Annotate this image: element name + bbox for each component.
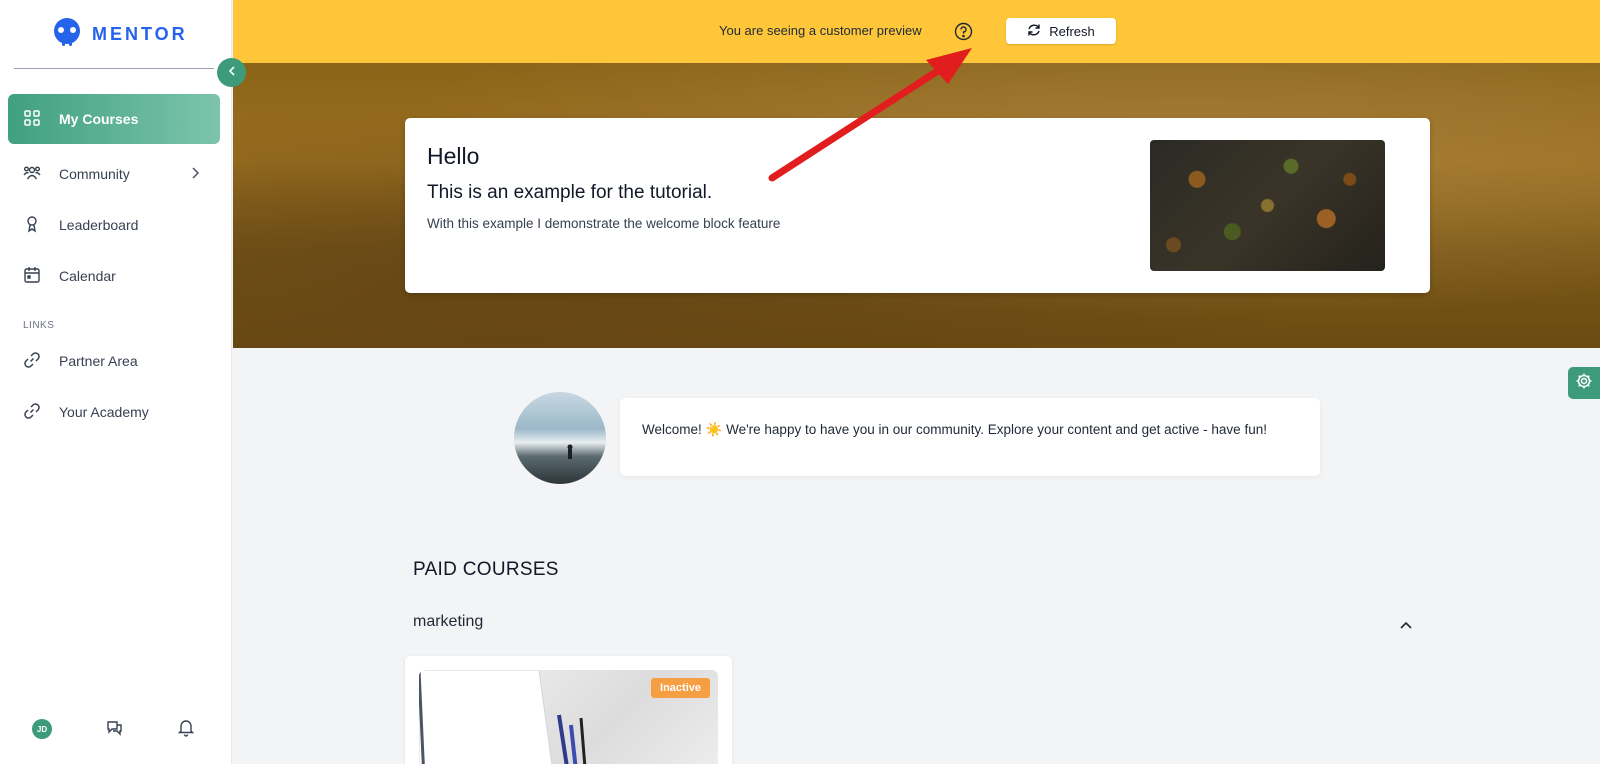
sidebar-item-label: Leaderboard	[59, 217, 139, 233]
course-card[interactable]: Inactive	[405, 656, 732, 764]
sidebar-item-partner-area[interactable]: Partner Area	[8, 336, 220, 386]
refresh-icon	[1027, 23, 1041, 40]
hero-subtitle: This is an example for the tutorial.	[427, 182, 713, 203]
hero-title: Hello	[427, 143, 480, 169]
sidebar-item-label: Community	[59, 166, 130, 182]
refresh-button[interactable]: Refresh	[1006, 18, 1116, 44]
sidebar-divider	[14, 68, 214, 69]
welcome-message-card: Welcome! ☀️ We're happy to have you in o…	[620, 398, 1320, 476]
chevron-left-icon	[226, 64, 238, 82]
category-label: marketing	[413, 613, 484, 630]
hero-description: With this example I demonstrate the welc…	[427, 216, 781, 231]
link-icon	[23, 351, 41, 372]
sidebar-item-calendar[interactable]: Calendar	[8, 251, 220, 301]
bell-icon[interactable]	[176, 717, 196, 742]
chat-icon[interactable]	[104, 717, 124, 742]
sidebar-item-leaderboard[interactable]: Leaderboard	[8, 200, 220, 250]
community-avatar	[514, 392, 606, 484]
sidebar-item-label: Your Academy	[59, 404, 149, 420]
sidebar-item-community[interactable]: Community	[8, 149, 220, 199]
mentor-logo-icon	[50, 16, 84, 53]
sidebar-item-label: Partner Area	[59, 353, 138, 369]
welcome-message: Welcome! ☀️ We're happy to have you in o…	[642, 422, 1267, 437]
settings-button[interactable]	[1568, 367, 1600, 399]
link-icon	[23, 402, 41, 423]
banner-text: You are seeing a customer preview	[719, 23, 922, 38]
chevron-up-icon[interactable]	[1399, 617, 1413, 635]
grid-icon	[23, 109, 41, 130]
refresh-label: Refresh	[1049, 23, 1095, 39]
user-avatar[interactable]: JD	[32, 719, 52, 739]
sidebar-item-label: Calendar	[59, 268, 116, 284]
course-thumbnail: Inactive	[419, 670, 718, 764]
chevron-right-icon	[190, 166, 200, 183]
users-icon	[23, 164, 41, 185]
status-badge: Inactive	[651, 678, 710, 698]
course-category-row[interactable]: marketing	[413, 613, 1413, 637]
links-section-label: LINKS	[23, 320, 55, 331]
sidebar-footer: JD	[0, 704, 232, 764]
logo-text: MENTOR	[92, 24, 188, 44]
sidebar-item-your-academy[interactable]: Your Academy	[8, 387, 220, 437]
sidebar: MENTOR My Courses Community Leaderboard …	[0, 0, 232, 764]
question-icon[interactable]	[954, 22, 973, 46]
sidebar-item-my-courses[interactable]: My Courses	[8, 94, 220, 144]
trophy-icon	[23, 215, 41, 236]
welcome-block-card: Hello This is an example for the tutoria…	[405, 118, 1430, 293]
paid-courses-heading: PAID COURSES	[413, 559, 559, 580]
logo[interactable]: MENTOR	[50, 16, 188, 53]
customer-preview-banner: You are seeing a customer preview Refres…	[233, 0, 1600, 63]
gear-icon	[1575, 372, 1593, 395]
hero-image	[1150, 140, 1385, 271]
sidebar-item-label: My Courses	[59, 111, 139, 127]
collapse-sidebar-button[interactable]	[217, 58, 246, 87]
calendar-icon	[23, 266, 41, 287]
